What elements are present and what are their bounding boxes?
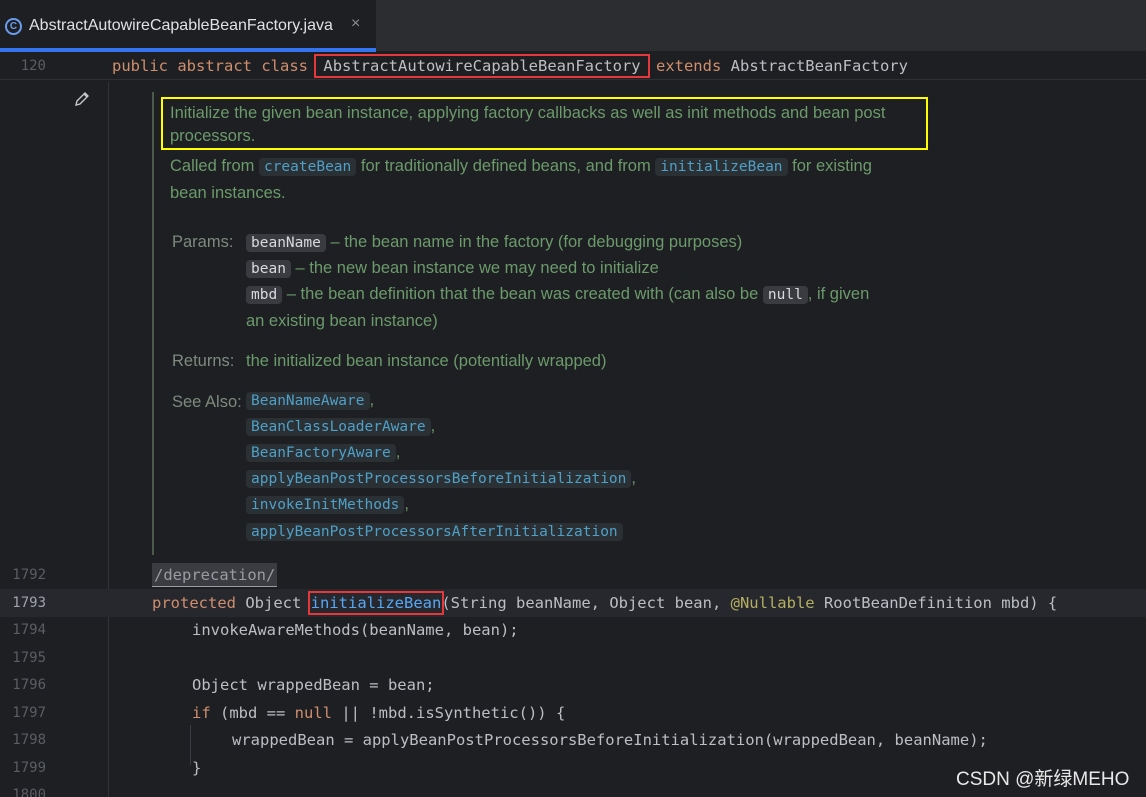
param-bean: bean – the new bean instance we may need… (246, 257, 659, 281)
null-code: null (762, 286, 808, 304)
return-type: Object (245, 594, 302, 612)
separator: , (395, 443, 401, 461)
returns-label: Returns: (172, 352, 235, 370)
code-text: (mbd == (210, 704, 295, 722)
line-number: 1799 (12, 760, 46, 776)
close-icon[interactable]: × (351, 15, 360, 33)
keyword-public: public (112, 57, 168, 75)
keyword-abstract: abstract (177, 57, 252, 75)
returns-text: the initialized bean instance (potential… (246, 352, 607, 370)
param-mbd: mbd – the bean definition that the bean … (246, 283, 869, 307)
line-number: 1797 (12, 705, 46, 721)
separator: , (430, 417, 436, 435)
code-line-1798[interactable]: 1798 wrappedBean = applyBeanPostProcesso… (0, 727, 1146, 754)
method-name-initializeBean[interactable]: initializeBean (307, 591, 445, 615)
param-name: bean (246, 260, 291, 278)
code-line-1794[interactable]: 1794 invokeAwareMethods(beanName, bean); (0, 617, 1146, 644)
code-text[interactable]: wrappedBean = applyBeanPostProcessorsBef… (232, 727, 988, 754)
keyword-protected: protected (152, 594, 236, 612)
params-part2: RootBeanDefinition mbd) { (814, 594, 1058, 612)
code-line-1793[interactable]: 1793 protected Object initializeBean(Str… (0, 590, 1146, 617)
code-text[interactable]: Object wrappedBean = bean; (192, 672, 435, 699)
param-desc: – the bean definition that the bean was … (286, 285, 759, 303)
editor-tab-bar: C AbstractAutowireCapableBeanFactory.jav… (0, 0, 1146, 52)
doc-called-from-cont: bean instances. (170, 184, 286, 202)
see-also-item: BeanClassLoaderAware, (246, 415, 435, 439)
doc-summary-line2: processors. (170, 127, 256, 145)
link-applyBeanPostProcessorsAfterInitialization[interactable]: applyBeanPostProcessorsAfterInitializati… (246, 523, 623, 541)
code-text[interactable]: } (192, 755, 201, 782)
see-also-item: BeanNameAware, (246, 389, 374, 413)
link-invokeInitMethods[interactable]: invokeInitMethods (246, 496, 405, 514)
tab-filename: AbstractAutowireCapableBeanFactory.java (29, 17, 333, 34)
code-text: || !mbd.isSynthetic()) { (332, 704, 566, 722)
param-name: beanName (246, 234, 326, 252)
link-BeanNameAware[interactable]: BeanNameAware (246, 392, 370, 410)
see-also-label: See Also: (172, 393, 242, 411)
editor-tab[interactable]: C AbstractAutowireCapableBeanFactory.jav… (0, 0, 376, 52)
doc-summary-line1: Initialize the given bean instance, appl… (170, 104, 886, 122)
deprecation-fold[interactable]: /deprecation/ (152, 563, 278, 587)
param-desc-after: , if given (807, 285, 870, 303)
class-declaration[interactable]: public abstract class AbstractAutowireCa… (112, 53, 908, 80)
doc-called-from: Called from createBean for traditionally… (170, 155, 872, 179)
line-number: 1800 (12, 787, 46, 797)
see-also-item: invokeInitMethods, (246, 493, 409, 517)
code-text[interactable]: invokeAwareMethods(beanName, bean); (192, 617, 519, 644)
param-mbd-cont: an existing bean instance) (246, 312, 438, 330)
line-number: 1795 (12, 650, 46, 666)
keyword-if: if (192, 704, 211, 722)
param-desc: – the bean name in the factory (for debu… (330, 233, 743, 251)
method-signature[interactable]: protected Object initializeBean(String b… (152, 590, 1057, 617)
doc-text: Called from (170, 157, 255, 175)
doc-comment-bar (152, 92, 154, 555)
code-line-1795[interactable]: 1795 (0, 645, 1146, 672)
class-name[interactable]: AbstractAutowireCapableBeanFactory (314, 54, 650, 78)
active-tab-indicator (0, 48, 376, 52)
separator: , (369, 391, 375, 409)
param-beanName: beanName – the bean name in the factory … (246, 231, 742, 255)
separator: , (404, 495, 409, 513)
line-number: 1798 (12, 732, 46, 748)
super-class-name[interactable]: AbstractBeanFactory (731, 57, 908, 75)
annotation-nullable: @Nullable (730, 594, 815, 612)
code-line-120[interactable]: 120 public abstract class AbstractAutowi… (0, 53, 1146, 80)
line-number: 1796 (12, 677, 46, 693)
edit-pencil-icon[interactable] (73, 90, 91, 108)
keyword-extends: extends (655, 57, 722, 75)
class-c-icon: C (5, 18, 22, 35)
link-initializeBean[interactable]: initializeBean (655, 158, 788, 176)
if-statement[interactable]: if (mbd == null || !mbd.isSynthetic()) { (192, 700, 565, 727)
param-desc: – the new bean instance we may need to i… (295, 259, 659, 277)
see-also-item: applyBeanPostProcessorsBeforeInitializat… (246, 467, 636, 491)
link-BeanClassLoaderAware[interactable]: BeanClassLoaderAware (246, 418, 431, 436)
line-number: 1792 (12, 567, 46, 583)
keyword-class: class (261, 57, 309, 75)
doc-text: for traditionally defined beans, and fro… (360, 157, 651, 175)
line-number: 120 (20, 58, 46, 74)
watermark: CSDN @新绿MEHO (956, 769, 1130, 790)
keyword-null: null (294, 704, 332, 722)
line-number: 1793 (12, 595, 46, 611)
code-line-1797[interactable]: 1797 if (mbd == null || !mbd.isSynthetic… (0, 700, 1146, 727)
see-also-item: applyBeanPostProcessorsAfterInitializati… (246, 520, 623, 544)
doc-text: for existing (792, 157, 872, 175)
link-BeanFactoryAware[interactable]: BeanFactoryAware (246, 444, 396, 462)
code-line-1796[interactable]: 1796 Object wrappedBean = bean; (0, 672, 1146, 699)
param-name: mbd (246, 286, 283, 304)
line-number: 1794 (12, 622, 46, 638)
params-label: Params: (172, 233, 234, 251)
link-applyBeanPostProcessorsBeforeInitialization[interactable]: applyBeanPostProcessorsBeforeInitializat… (246, 470, 632, 488)
see-also-item: BeanFactoryAware, (246, 441, 400, 465)
params-part1: (String beanName, Object bean, (441, 594, 731, 612)
separator: , (631, 469, 636, 487)
link-createBean[interactable]: createBean (258, 158, 357, 176)
